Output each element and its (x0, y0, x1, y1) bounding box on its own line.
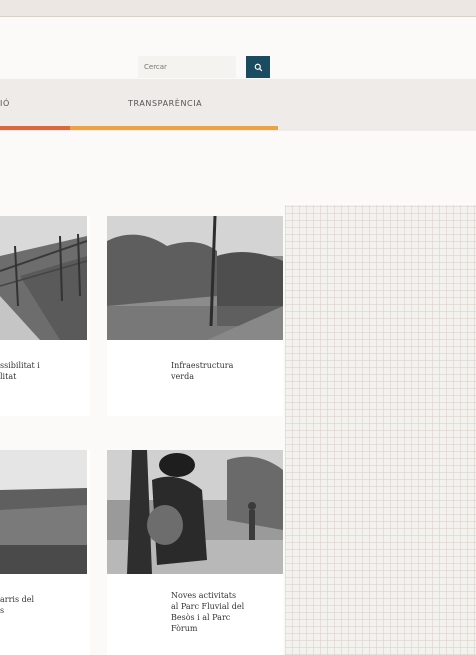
nav-accent-red (0, 126, 70, 130)
top-strip (0, 0, 476, 17)
card-image (107, 450, 283, 574)
nav-item-partial[interactable]: IÓ (0, 99, 10, 108)
card-image (0, 450, 87, 574)
card-accessibility[interactable]: ssibilitat i litat (0, 216, 90, 416)
card-image (0, 216, 87, 340)
card-title-line: Fòrum (171, 624, 198, 633)
card-title-line: ssibilitat i (0, 361, 40, 370)
header-bar (0, 17, 476, 79)
card-title-line: arris del (0, 595, 35, 604)
card-image (107, 216, 283, 340)
photo-path-fence (0, 216, 87, 340)
card-title: arris del s (0, 594, 34, 616)
card-title-line: verda (171, 372, 194, 381)
search-icon (254, 63, 262, 71)
card-title: ssibilitat i litat (0, 360, 40, 382)
card-title-line: Noves activitats (171, 591, 237, 600)
card-title: Noves activitats al Parc Fluvial del Bes… (171, 590, 244, 634)
card-title-line: al Parc Fluvial del (171, 602, 245, 611)
card-title-line: litat (0, 372, 17, 381)
background-pattern (285, 205, 476, 655)
photo-cyclist-park (107, 450, 283, 574)
card-barris[interactable]: arris del s (0, 450, 90, 655)
card-infraestructura-verda[interactable]: Infraestructura verda (107, 216, 283, 416)
card-title-line: s (0, 606, 5, 615)
nav-item-transparencia[interactable]: TRANSPARÈNCIA (128, 99, 202, 108)
photo-city-panorama (0, 450, 87, 574)
card-noves-activitats[interactable]: Noves activitats al Parc Fluvial del Bes… (107, 450, 283, 655)
nav-accent-orange (70, 126, 278, 130)
main-nav: IÓ TRANSPARÈNCIA (0, 79, 476, 132)
card-title-line: Besòs i al Parc (171, 613, 231, 622)
search-bar (138, 55, 270, 79)
search-button[interactable] (246, 56, 270, 78)
photo-green-infrastructure (107, 216, 283, 340)
card-title-line: Infraestructura (171, 361, 234, 370)
card-title: Infraestructura verda (171, 360, 233, 382)
search-input[interactable] (138, 56, 236, 78)
